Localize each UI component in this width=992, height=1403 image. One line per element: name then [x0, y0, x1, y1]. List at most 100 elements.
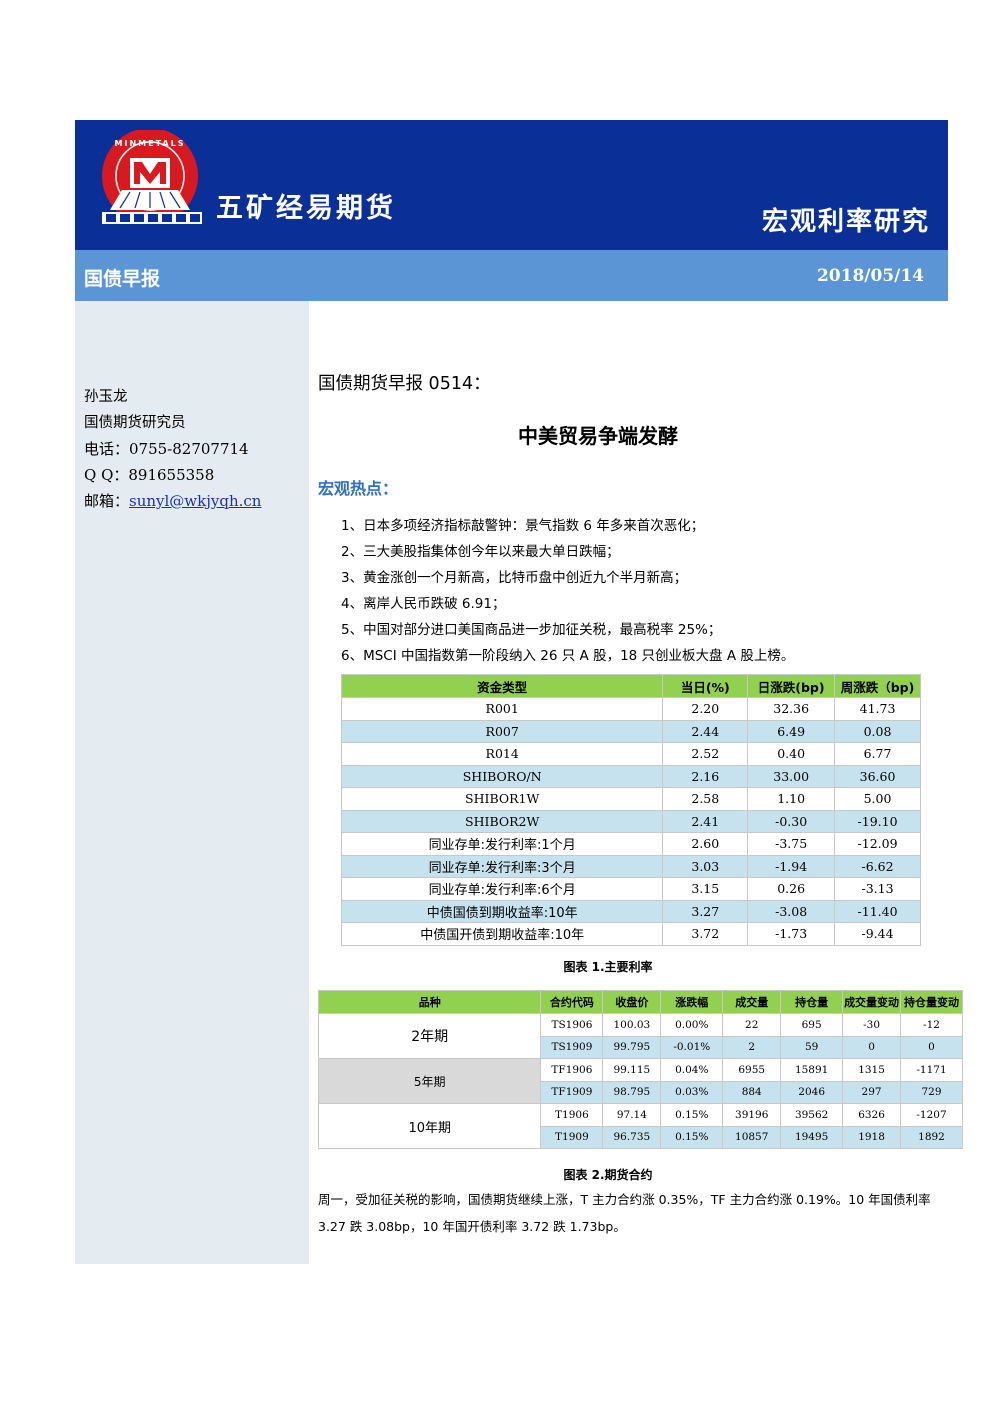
table-row: 同业存单:发行利率:6个月 3.15 0.26 -3.13 [340, 877, 921, 901]
minmetals-logo-icon: MINMETALS [102, 130, 202, 224]
company-name: 五矿经易期货 [216, 193, 396, 224]
table-cell-day: 3.15 [662, 877, 749, 901]
table-cell: 99.795 [602, 1035, 662, 1059]
table-cell-day: 2.52 [662, 742, 749, 766]
table-cell-name: 中债国开债到期收益率:10年 [340, 922, 664, 946]
table-cell: 39196 [722, 1103, 782, 1127]
col-header: 涨跌幅 [660, 990, 724, 1014]
email-label: 邮箱： [84, 492, 130, 510]
table-cell-day: 2.41 [662, 809, 749, 833]
table-cell-name: SHIBOR2W [340, 809, 664, 833]
table-cell: 0 [900, 1035, 963, 1059]
table-row: 中债国债到期收益率:10年 3.27 -3.08 -11.40 [340, 899, 921, 923]
table-cell: 15891 [780, 1058, 844, 1082]
list-item: 5、中国对部分进口美国商品进一步加征关税，最高税率 25%； [341, 622, 722, 638]
table-row: SHIBOR2W 2.41 -0.30 -19.10 [340, 809, 921, 833]
table-cell: 6326 [842, 1103, 902, 1127]
table-cell: 19495 [780, 1125, 844, 1149]
doc-title: 中美贸易争端发酵 [518, 424, 678, 448]
table-cell-name: 同业存单:发行利率:3个月 [340, 854, 664, 878]
rates-table: 资金类型 当日(%) 日涨跌(bp) 周涨跌（bp) R001 2.20 32.36… [340, 674, 921, 946]
table-cell: 22 [722, 1013, 782, 1037]
table-cell-dchg: 33.00 [747, 764, 836, 788]
table-cell-day: 2.16 [662, 764, 749, 788]
rates-caption: 图表 1.主要利率 [563, 960, 653, 974]
table-cell-dchg: -1.73 [747, 922, 836, 946]
table-cell-wchg: -9.44 [834, 922, 921, 946]
table-cell: 0.04% [660, 1058, 724, 1082]
table-cell-day: 3.27 [662, 899, 749, 923]
table-cell-name: 同业存单:发行利率:6个月 [340, 877, 664, 901]
table-cell: 96.735 [602, 1125, 662, 1149]
table-cell: 2046 [780, 1080, 844, 1104]
table-cell-name: R007 [340, 719, 664, 743]
table-cell: TS1909 [540, 1035, 604, 1059]
table-cell-name: SHIBOR1W [340, 787, 664, 811]
table-cell: TS1906 [540, 1013, 604, 1037]
col-header: 周涨跌（bp) [834, 674, 921, 698]
table-cell: 0 [842, 1035, 902, 1059]
table-cell: 884 [722, 1080, 782, 1104]
logo-ring-text: MINMETALS [115, 139, 186, 148]
table-cell-dchg: -0.30 [747, 809, 836, 833]
table-cell: 99.115 [602, 1058, 662, 1082]
author-role: 国债期货研究员 [84, 415, 186, 431]
table-cell-dchg: -1.94 [747, 854, 836, 878]
table-row: 5年期 TF1906 99.115 0.04% 6955 15891 1315 -1171 [317, 1058, 963, 1104]
table-row: R007 2.44 6.49 0.08 [340, 719, 921, 743]
group-label-cell: 5年期 [317, 1058, 542, 1104]
table-cell-dchg: 6.49 [747, 719, 836, 743]
col-header: 持仓量 [780, 990, 844, 1014]
table-cell: 729 [900, 1080, 963, 1104]
list-item: 4、离岸人民币跌破 6.91； [341, 596, 506, 612]
table-row: SHIBOR1W 2.58 1.10 5.00 [340, 787, 921, 811]
table-row: 同业存单:发行利率:1个月 2.60 -3.75 -12.09 [340, 832, 921, 856]
col-header: 品种 [317, 990, 542, 1014]
table-cell: 0.03% [660, 1080, 724, 1104]
table-cell: 0.00% [660, 1013, 724, 1037]
report-category: 宏观利率研究 [761, 207, 930, 237]
table-cell: -1207 [900, 1103, 963, 1127]
list-item: 3、黄金涨创一个月新高，比特币盘中创近九个半月新高； [341, 570, 688, 586]
list-item: 6、MSCI 中国指数第一阶段纳入 26 只 A 股，18 只创业板大盘 A 股… [341, 648, 795, 664]
list-item: 2、三大美股指集体创今年以来最大单日跌幅； [341, 544, 620, 560]
table-cell: -0.01% [660, 1035, 724, 1059]
table-cell-wchg: -3.13 [834, 877, 921, 901]
table-cell: TF1909 [540, 1080, 604, 1104]
table-cell-name: SHIBORO/N [340, 764, 664, 788]
hot-topics-list: 1、日本多项经济指标敲警钟：景气指数 6 年多来首次恶化； 2、三大美股指集体创… [341, 513, 794, 669]
table-cell: 59 [780, 1035, 844, 1059]
section-heading: 宏观热点： [318, 479, 399, 498]
table-row: SHIBORO/N 2.16 33.00 36.60 [340, 764, 921, 788]
group-label-cell: 10年期 [317, 1103, 542, 1149]
doc-subtitle: 国债期货早报 0514： [318, 374, 491, 394]
table-cell-day: 3.72 [662, 922, 749, 946]
email-link[interactable]: sunyl@wkjyqh.cn [129, 492, 261, 510]
commentary-paragraph: 周一，受加征关税的影响，国债期货继续上涨，T 主力合约涨 0.35%，TF 主力… [318, 1192, 931, 1234]
table-cell: 695 [780, 1013, 844, 1037]
col-header: 持仓量变动 [900, 990, 963, 1014]
table-cell-dchg: 1.10 [747, 787, 836, 811]
table-cell: 1918 [842, 1125, 902, 1149]
table-cell-dchg: -3.75 [747, 832, 836, 856]
table-cell: 6955 [722, 1058, 782, 1082]
futures-caption: 图表 2.期货合约 [563, 1168, 653, 1182]
table-cell-wchg: -12.09 [834, 832, 921, 856]
table-cell: 100.03 [602, 1013, 662, 1037]
table-cell-name: R001 [340, 697, 664, 721]
table-cell-day: 2.44 [662, 719, 749, 743]
table-cell-dchg: 32.36 [747, 697, 836, 721]
table-cell: 2 [722, 1035, 782, 1059]
table-row: 10年期 T1906 97.14 0.15% 39196 39562 6326 -1207 [317, 1103, 963, 1149]
table-row: R014 2.52 0.40 6.77 [340, 742, 921, 766]
table-cell-name: R014 [340, 742, 664, 766]
col-header: 日涨跌(bp) [747, 674, 836, 698]
table-cell: 1892 [900, 1125, 963, 1149]
table-cell: 10857 [722, 1125, 782, 1149]
col-header: 成交量变动 [842, 990, 902, 1014]
table-cell-dchg: 0.40 [747, 742, 836, 766]
table-cell-day: 3.03 [662, 854, 749, 878]
table-cell-day: 2.58 [662, 787, 749, 811]
table-cell: 1315 [842, 1058, 902, 1082]
table-header-row: 资金类型 当日(%) 日涨跌(bp) 周涨跌（bp) [340, 674, 921, 698]
